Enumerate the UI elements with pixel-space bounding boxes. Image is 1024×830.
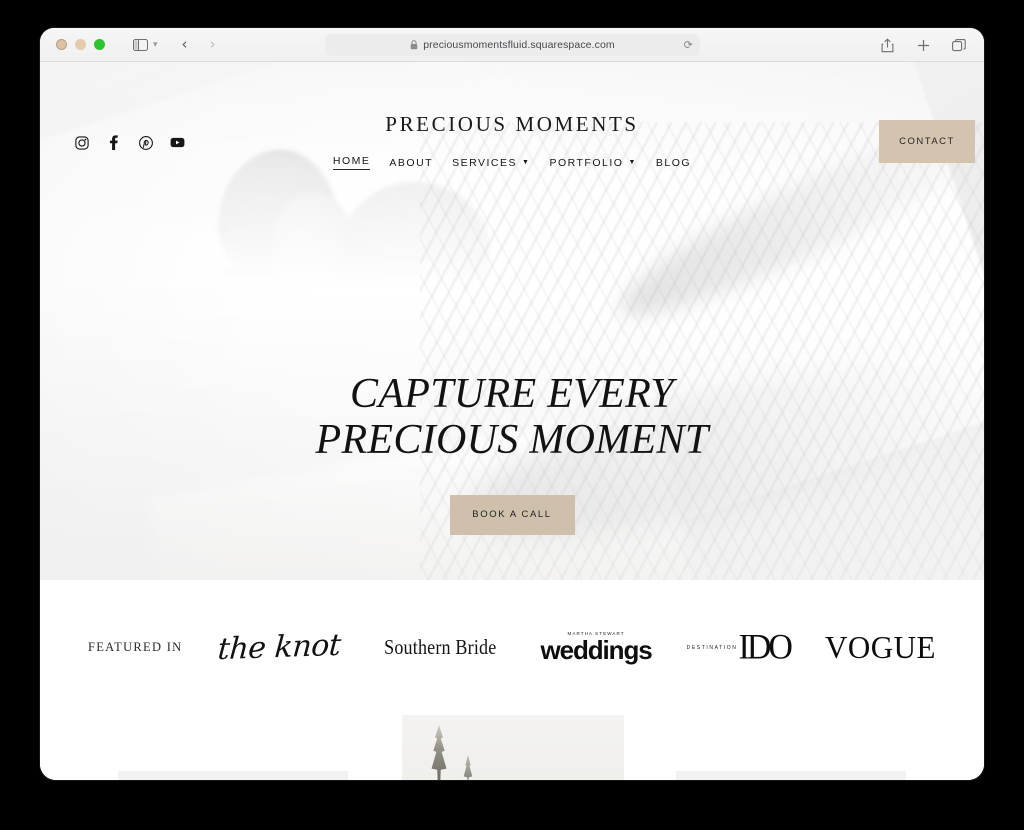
instagram-icon[interactable] bbox=[74, 135, 89, 150]
sidebar-chevron-down-icon[interactable]: ▾ bbox=[153, 39, 158, 50]
toolbar-actions bbox=[876, 28, 970, 62]
destination-i-do-logo: DESTINATION IDO bbox=[686, 620, 793, 676]
book-a-call-label: BOOK A CALL bbox=[472, 509, 552, 521]
gallery-image-left[interactable] bbox=[118, 771, 348, 780]
gallery-section bbox=[40, 715, 984, 780]
evergreen-tree-shape-small bbox=[463, 755, 473, 780]
nav-item-services[interactable]: SERVICES ▼ bbox=[452, 157, 530, 169]
hero-headline: CAPTURE EVERY PRECIOUS MOMENT bbox=[315, 371, 709, 463]
evergreen-tree-shape bbox=[431, 725, 447, 780]
the-knot-logo: the knot bbox=[216, 620, 342, 676]
nav-item-portfolio[interactable]: PORTFOLIO ▼ bbox=[549, 157, 636, 169]
chevron-down-icon: ▼ bbox=[628, 159, 637, 166]
main-navigation: HOME ABOUT SERVICES ▼ PORTFOLIO ▼ BLOG bbox=[40, 155, 984, 170]
featured-in-label-cell: FEATURED IN bbox=[88, 620, 183, 676]
gallery-image-center[interactable] bbox=[402, 715, 624, 780]
nav-label: BLOG bbox=[655, 156, 692, 169]
browser-toolbar: ▾ ‹ › preciousmomentsfluid.squarespace.c… bbox=[40, 28, 984, 62]
southern-bride-logo-text: Southern Bride bbox=[384, 635, 497, 659]
featured-in-section: FEATURED IN the knot Southern Bride MART… bbox=[40, 580, 984, 715]
pinterest-icon[interactable] bbox=[138, 135, 153, 150]
book-a-call-button[interactable]: BOOK A CALL bbox=[449, 494, 575, 535]
page-viewport: PRECIOUS MOMENTS HOME ABOUT SERVICES ▼ P… bbox=[40, 62, 984, 780]
nav-item-home[interactable]: HOME bbox=[332, 155, 371, 170]
the-knot-logo-text: the knot bbox=[216, 627, 342, 668]
facebook-icon[interactable] bbox=[106, 135, 121, 150]
back-button[interactable]: ‹ bbox=[174, 34, 196, 56]
tab-overview-icon[interactable] bbox=[948, 34, 970, 56]
site-title: PRECIOUS MOMENTS bbox=[385, 112, 639, 136]
social-links bbox=[74, 135, 185, 150]
gallery-image-right[interactable] bbox=[676, 771, 906, 780]
minimize-window-button[interactable] bbox=[75, 39, 86, 50]
maximize-window-button[interactable] bbox=[94, 39, 105, 50]
martha-stewart-weddings-logo: MARTHA STEWART weddings bbox=[540, 620, 653, 676]
destination-eyebrow: DESTINATION bbox=[686, 644, 738, 651]
chevron-down-icon: ▼ bbox=[522, 159, 531, 166]
nav-item-about[interactable]: ABOUT bbox=[389, 157, 433, 169]
sidebar-toggle-icon[interactable] bbox=[129, 34, 151, 56]
hero-section: PRECIOUS MOMENTS HOME ABOUT SERVICES ▼ P… bbox=[40, 62, 984, 580]
close-window-button[interactable] bbox=[56, 39, 67, 50]
contact-button-label: CONTACT bbox=[899, 136, 955, 147]
vogue-logo: VOGUE bbox=[825, 620, 936, 676]
vogue-logo-text: VOGUE bbox=[824, 629, 936, 665]
i-do-logo-text: IDO bbox=[738, 627, 793, 667]
address-bar[interactable]: preciousmomentsfluid.squarespace.com ⟳ bbox=[325, 34, 700, 56]
nav-label: PORTFOLIO bbox=[549, 156, 624, 169]
window-controls bbox=[56, 39, 105, 50]
nav-label: ABOUT bbox=[389, 156, 434, 169]
reload-icon[interactable]: ⟳ bbox=[684, 39, 693, 52]
plus-icon[interactable] bbox=[912, 34, 934, 56]
address-bar-text: preciousmomentsfluid.squarespace.com bbox=[423, 39, 615, 51]
nav-item-blog[interactable]: BLOG bbox=[656, 157, 691, 169]
nav-label: SERVICES bbox=[452, 156, 518, 169]
browser-window: ▾ ‹ › preciousmomentsfluid.squarespace.c… bbox=[40, 28, 984, 780]
nav-label: HOME bbox=[332, 155, 371, 167]
device-frame: ▾ ‹ › preciousmomentsfluid.squarespace.c… bbox=[0, 0, 1024, 830]
hero-content: CAPTURE EVERY PRECIOUS MOMENT BOOK A CAL… bbox=[40, 371, 984, 535]
featured-in-label: FEATURED IN bbox=[88, 640, 183, 654]
weddings-logo-text: weddings bbox=[540, 635, 653, 666]
southern-bride-logo: Southern Bride bbox=[375, 620, 506, 676]
forward-button[interactable]: › bbox=[202, 34, 224, 56]
contact-button[interactable]: CONTACT bbox=[879, 120, 975, 163]
share-icon[interactable] bbox=[876, 34, 898, 56]
youtube-icon[interactable] bbox=[170, 135, 185, 150]
lock-icon bbox=[410, 40, 418, 50]
